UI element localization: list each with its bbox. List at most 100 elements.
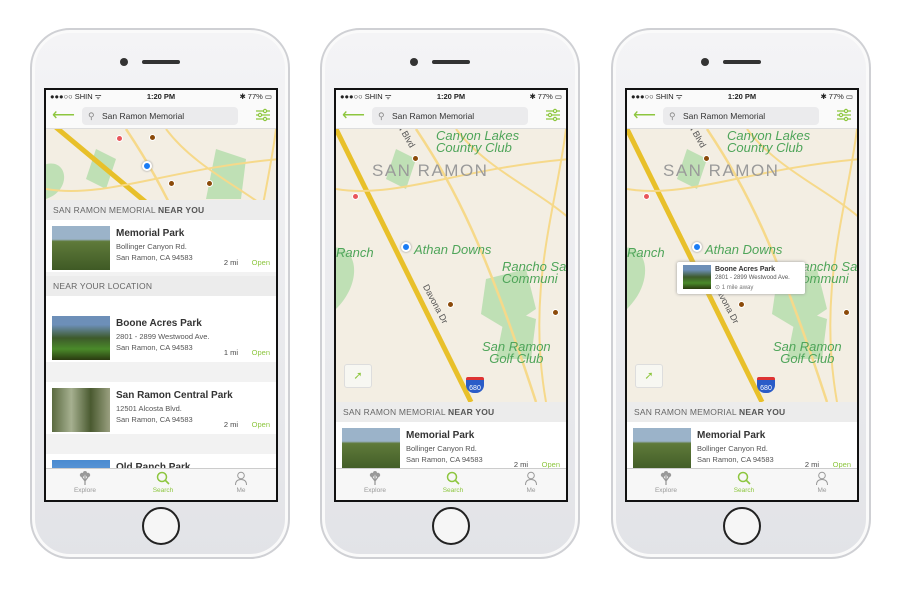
search-input[interactable]: ⚲ San Ramon Memorial xyxy=(82,107,238,125)
tab-explore[interactable]: Explore xyxy=(46,471,124,494)
map-label-athan: Athan Downs xyxy=(414,242,492,257)
person-icon xyxy=(492,471,566,485)
park-name: Memorial Park xyxy=(697,430,766,441)
battery: ✱ 77% ▭ xyxy=(820,92,853,101)
tab-me[interactable]: Me xyxy=(783,471,857,494)
phone-list-view: ●●●○○ SHIN ᯤ 1:20 PM ✱ 77% ▭ ⟵ ⚲ San Ramon … xyxy=(30,28,290,559)
park-status: Open xyxy=(251,258,270,267)
locate-me-button[interactable]: ➚ xyxy=(344,364,372,388)
park-pin[interactable] xyxy=(206,180,213,187)
tab-search[interactable]: Search xyxy=(414,471,492,494)
park-card[interactable]: Memorial Park Bollinger Canyon Rd. San R… xyxy=(627,422,857,474)
park-distance: 2 mi xyxy=(223,258,238,267)
map-label-canyon_lakes: Canyon Lakes Country Club xyxy=(436,129,520,155)
search-icon: ⚲ xyxy=(378,111,385,121)
park-pin[interactable] xyxy=(168,180,175,187)
park-city: San Ramon, CA 94583 xyxy=(116,253,193,262)
park-pin[interactable] xyxy=(552,309,559,316)
map-roads xyxy=(46,129,276,200)
map-label-rancho: Rancho San Communi xyxy=(502,259,566,286)
tab-explore[interactable]: Explore xyxy=(336,471,414,494)
tab-label: Explore xyxy=(363,487,387,494)
tab-label: Search xyxy=(733,487,755,494)
home-button[interactable] xyxy=(723,507,761,545)
status-bar: ●●●○○ SHIN ᯤ 1:20 PM ✱ 77% ▭ xyxy=(46,90,276,103)
park-thumbnail xyxy=(633,428,691,472)
park-card[interactable]: Boone Acres Park 2801 - 2899 Westwood Av… xyxy=(46,310,276,362)
search-input[interactable]: ⚲ San Ramon Memorial xyxy=(372,107,528,125)
tab-explore[interactable]: Explore xyxy=(627,471,705,494)
screen: ●●●○○ SHIN ᯤ 1:20 PM ✱ 77% ▭ ⟵ ⚲ San Ramon … xyxy=(625,88,859,502)
locate-me-button[interactable]: ➚ xyxy=(635,364,663,388)
map-view[interactable]: a Blvd Canyon Lakes Country Club SAN RAM… xyxy=(627,129,857,402)
map-label-athan: Athan Downs xyxy=(705,242,783,257)
map-label-golf: San Ramon Golf Club xyxy=(773,339,842,366)
phone-map-view: ●●●○○ SHIN ᯤ 1:20 PM ✱ 77% ▭ ⟵ ⚲ San Ramon … xyxy=(320,28,580,559)
person-icon xyxy=(202,471,276,485)
tab-label: Search xyxy=(152,487,174,494)
park-pin[interactable] xyxy=(738,301,745,308)
park-thumbnail xyxy=(52,388,110,432)
speaker xyxy=(723,60,761,64)
section-bold: NEAR YOU xyxy=(739,407,786,417)
callout-address: 2801 - 2899 Westwood Ave. xyxy=(715,275,790,281)
tab-label: Me xyxy=(526,487,536,494)
park-name: Memorial Park xyxy=(116,228,185,239)
tab-label: Search xyxy=(442,487,464,494)
park-card[interactable]: Memorial Park Bollinger Canyon Rd. San R… xyxy=(46,220,276,272)
park-city: San Ramon, CA 94583 xyxy=(116,343,193,352)
section-header-near-location: NEAR YOUR LOCATION xyxy=(46,276,276,296)
tab-search[interactable]: Search xyxy=(124,471,202,494)
park-distance: 1 mi xyxy=(223,348,238,357)
park-pin[interactable] xyxy=(843,309,850,316)
section-prefix: SAN RAMON MEMORIAL xyxy=(343,407,449,417)
divider xyxy=(46,362,276,382)
section-header-near-you: SAN RAMON MEMORIAL NEAR YOU xyxy=(336,402,566,422)
park-pin[interactable] xyxy=(149,134,156,141)
tab-me[interactable]: Me xyxy=(202,471,276,494)
tab-me[interactable]: Me xyxy=(492,471,566,494)
search-query: San Ramon Memorial xyxy=(102,111,185,121)
map-view[interactable]: a Blvd Canyon Lakes Country Club SAN RAM… xyxy=(336,129,566,402)
front-camera xyxy=(410,58,418,66)
back-arrow-icon[interactable]: ⟵ xyxy=(52,105,75,125)
section-header-near-you: SAN RAMON MEMORIAL NEAR YOU xyxy=(46,200,276,220)
park-address: Bollinger Canyon Rd. xyxy=(406,444,477,453)
park-card[interactable]: Memorial Park Bollinger Canyon Rd. San R… xyxy=(336,422,566,474)
park-pin-red[interactable] xyxy=(643,193,650,200)
home-button[interactable] xyxy=(432,507,470,545)
tab-bar: Explore Search Me xyxy=(336,468,566,500)
park-card[interactable]: San Ramon Central Park 12501 Alcosta Blv… xyxy=(46,382,276,434)
filter-icon[interactable] xyxy=(256,108,270,122)
back-arrow-icon[interactable]: ⟵ xyxy=(633,105,656,125)
current-location-dot xyxy=(692,242,702,252)
back-arrow-icon[interactable]: ⟵ xyxy=(342,105,365,125)
battery: ✱ 77% ▭ xyxy=(529,92,562,101)
map-view[interactable] xyxy=(46,129,276,200)
search-query: San Ramon Memorial xyxy=(683,111,766,121)
tab-bar: Explore Search Me xyxy=(627,468,857,500)
speaker xyxy=(432,60,470,64)
filter-icon[interactable] xyxy=(546,108,560,122)
map-label-ranch: Ranch xyxy=(336,245,374,260)
front-camera xyxy=(701,58,709,66)
park-pin-red[interactable] xyxy=(116,135,123,142)
park-pin[interactable] xyxy=(447,301,454,308)
park-callout[interactable]: Boone Acres Park 2801 - 2899 Westwood Av… xyxy=(677,262,805,294)
park-city: San Ramon, CA 94583 xyxy=(406,455,483,464)
map-label-canyon_lakes: Canyon Lakes Country Club xyxy=(727,129,811,155)
park-pin-red[interactable] xyxy=(352,193,359,200)
tree-icon xyxy=(46,471,124,485)
search-icon: ⚲ xyxy=(88,111,95,121)
home-button[interactable] xyxy=(142,507,180,545)
filter-icon[interactable] xyxy=(837,108,851,122)
section-header-near-you: SAN RAMON MEMORIAL NEAR YOU xyxy=(627,402,857,422)
current-location-dot xyxy=(401,242,411,252)
park-pin[interactable] xyxy=(703,155,710,162)
search-icon xyxy=(124,471,202,485)
freeway-number: 680 xyxy=(469,385,481,392)
tab-search[interactable]: Search xyxy=(705,471,783,494)
nav-bar: ⟵ ⚲ San Ramon Memorial xyxy=(336,103,566,129)
search-input[interactable]: ⚲ San Ramon Memorial xyxy=(663,107,819,125)
park-pin[interactable] xyxy=(412,155,419,162)
